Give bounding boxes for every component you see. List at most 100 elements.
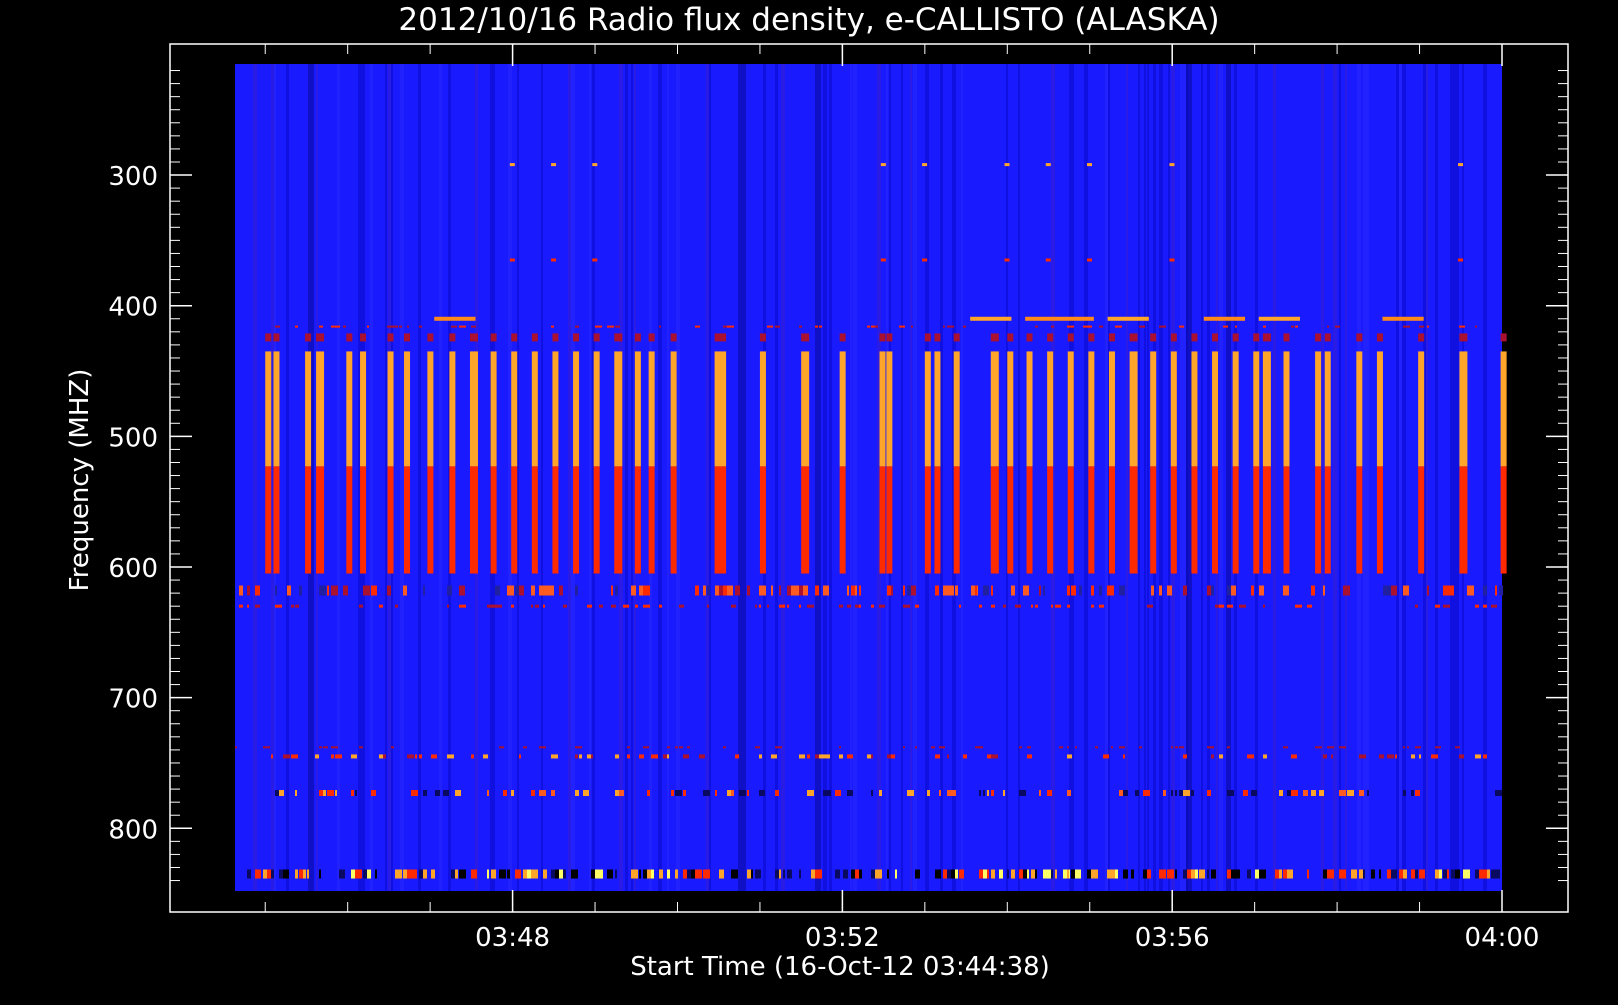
burst-lower [1500, 466, 1507, 574]
y-tick-label: 500 [108, 423, 158, 453]
noise-dash [647, 869, 651, 879]
texture-stripe [961, 64, 963, 891]
noise-dash [1403, 790, 1406, 797]
noise-dash [735, 754, 739, 759]
noise-dash [1179, 325, 1184, 328]
burst-upper [670, 351, 677, 467]
texture-stripe [337, 64, 340, 891]
burst-tip [634, 333, 641, 342]
noise-dash [1151, 585, 1154, 596]
noise-dash [1415, 604, 1418, 608]
noise-dash [495, 585, 500, 596]
texture-stripe [658, 64, 662, 891]
noise-dash [847, 790, 853, 797]
noise-dash [827, 790, 831, 797]
noise-dash [407, 325, 409, 328]
noise-dash [1279, 869, 1282, 879]
noise-dash [815, 585, 819, 596]
noise-dash [255, 585, 260, 596]
noise-dash [471, 869, 477, 879]
burst-tip [886, 333, 893, 342]
noise-dash [1175, 790, 1177, 797]
noise-dash [747, 585, 750, 596]
texture-stripe [1201, 64, 1203, 891]
burst-tip [879, 333, 886, 342]
burst-tip [1253, 333, 1260, 342]
noise-dash [915, 869, 920, 879]
noise-dash [999, 869, 1003, 879]
noise-dash [1435, 746, 1441, 749]
noise-dash [683, 790, 686, 797]
noise-dash [659, 604, 662, 608]
burst-upper [1170, 351, 1177, 467]
burst-lower [1376, 466, 1383, 574]
noise-dash [947, 325, 954, 328]
noise-dash [799, 869, 801, 879]
noise-dash [1263, 869, 1266, 879]
burst-tip [1283, 333, 1290, 342]
noise-dash [1159, 869, 1166, 879]
noise-dash [731, 604, 736, 608]
noise-dash [319, 746, 322, 749]
noise-dash [599, 604, 603, 608]
burst-upper [886, 351, 893, 467]
burst-tip [1356, 333, 1363, 342]
noise-dash [619, 790, 624, 797]
noise-dash [1475, 604, 1479, 608]
burst-upper [934, 351, 941, 467]
noise-dash [891, 585, 893, 596]
noise-dash [1231, 869, 1235, 879]
noise-dash [779, 585, 781, 596]
noise-dash [239, 585, 243, 596]
noise-dash [1027, 746, 1031, 749]
burst-lower [531, 466, 538, 574]
noise-dash [539, 790, 546, 797]
noise-dash [1147, 869, 1151, 879]
burst-upper [1047, 351, 1054, 467]
burst-upper [1324, 351, 1331, 467]
noise-dash [287, 585, 291, 596]
burst-upper [1129, 351, 1138, 467]
noise-dash [1227, 869, 1231, 879]
burst-upper [273, 351, 280, 467]
texture-stripe [286, 64, 289, 891]
noise-dash [1027, 869, 1029, 879]
noise-dash [1311, 585, 1315, 596]
texture-stripe [1168, 64, 1170, 891]
noise-dash [1475, 325, 1477, 328]
burst-lower [593, 466, 600, 574]
noise-dash [675, 746, 678, 749]
burst-tip [490, 333, 497, 342]
texture-stripe [1321, 64, 1324, 891]
noise-dash [1283, 869, 1287, 879]
noise-dash [459, 585, 465, 596]
dark-column [1226, 64, 1231, 891]
burst-upper [1315, 351, 1322, 467]
noise-dash [1235, 325, 1237, 328]
burst-tip [360, 333, 367, 342]
burst-lower [924, 466, 931, 574]
noise-dash [1067, 754, 1072, 759]
noise-dash [263, 746, 270, 749]
burst-tip [593, 333, 600, 342]
noise-dash [1363, 869, 1365, 879]
noise-dash [959, 604, 961, 608]
noise-dash [695, 325, 700, 328]
noise-dash [991, 604, 995, 608]
noise-dash [1295, 325, 1298, 328]
noise-dash [1315, 746, 1319, 749]
noise-dash [715, 790, 717, 797]
noise-dash [295, 604, 299, 608]
noise-dash [279, 790, 284, 797]
noise-dash [1171, 746, 1173, 749]
noise-dash [907, 790, 914, 797]
noise-dash [983, 790, 985, 797]
noise-dash [1123, 869, 1128, 879]
noise-dash [659, 325, 661, 328]
burst-upper [573, 351, 580, 467]
noise-dash [1319, 746, 1322, 749]
noise-dash [331, 746, 338, 749]
noise-dash [839, 604, 843, 608]
noise-dash [331, 585, 338, 596]
noise-dash [343, 325, 346, 328]
